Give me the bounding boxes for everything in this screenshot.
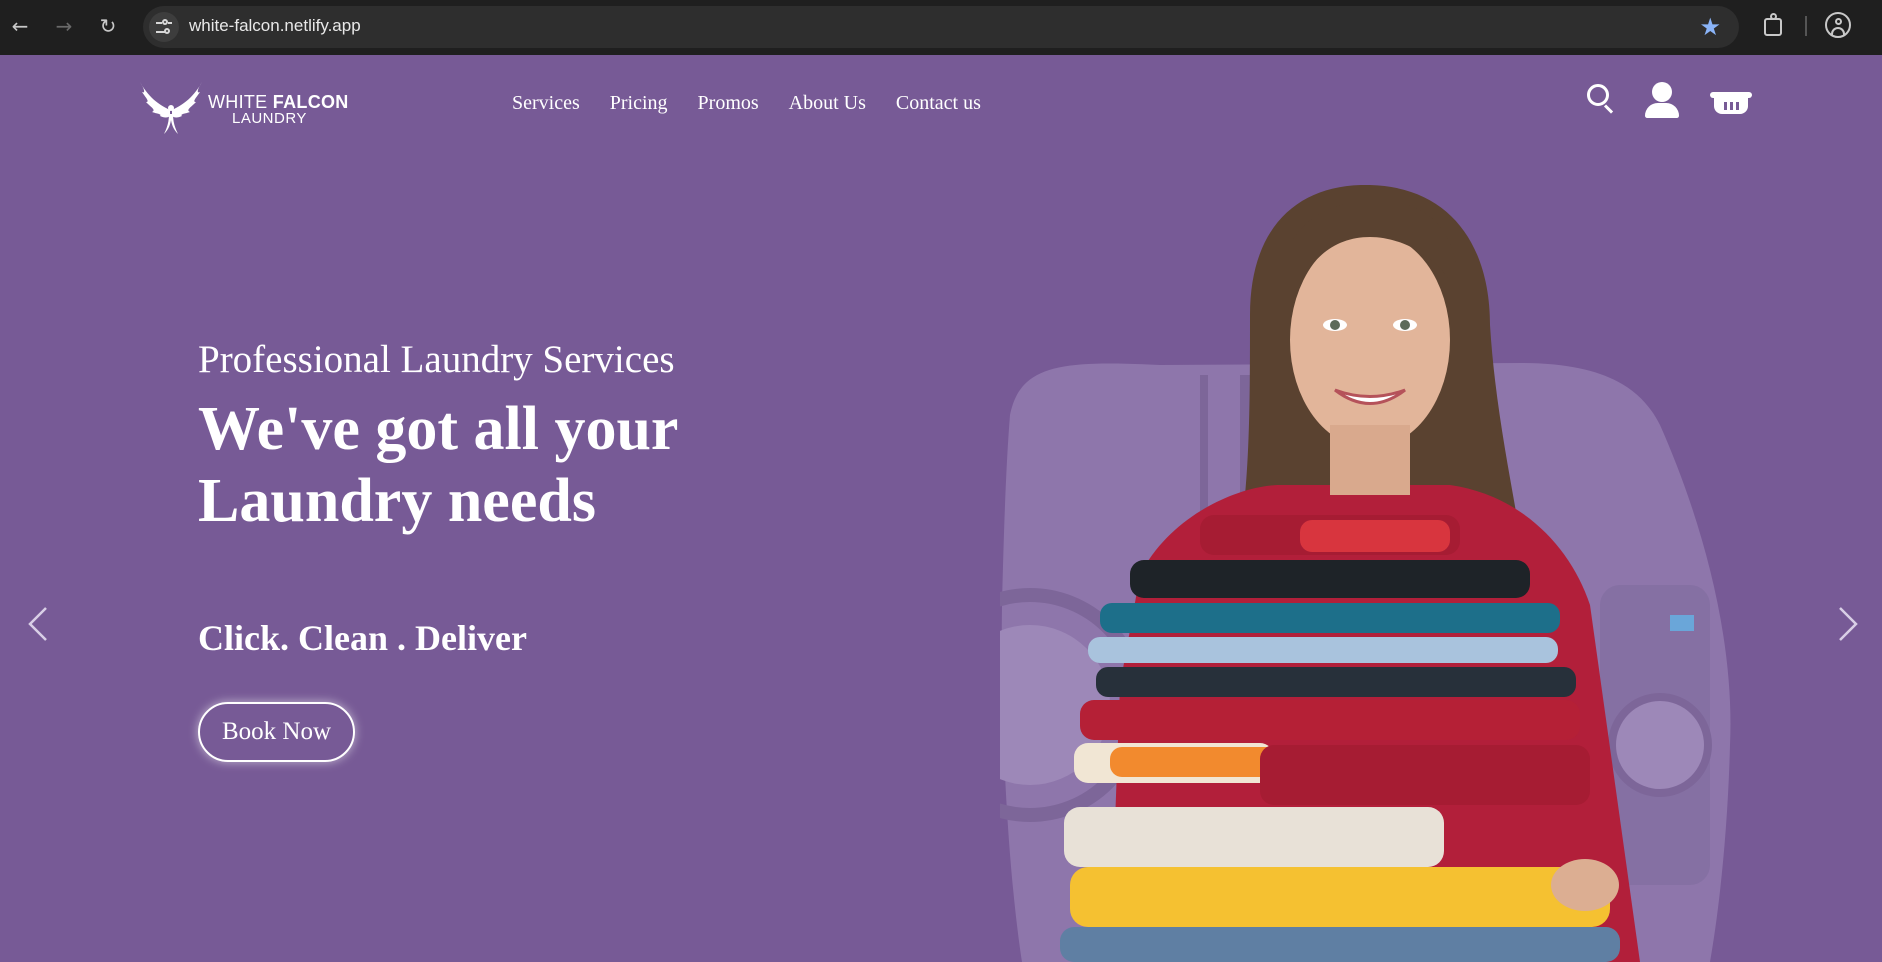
user-icon[interactable] xyxy=(1645,82,1679,118)
hero-headline: We've got all your Laundry needs xyxy=(198,395,678,535)
main-nav: Services Pricing Promos About Us Contact… xyxy=(512,92,981,115)
hero-image xyxy=(913,184,1740,962)
hero-tagline: Click. Clean . Deliver xyxy=(198,618,527,658)
forward-icon[interactable]: → xyxy=(52,14,76,38)
basket-icon[interactable] xyxy=(1710,82,1752,116)
extensions-icon[interactable] xyxy=(1760,12,1788,40)
falcon-logo-icon xyxy=(140,82,202,134)
site-info-icon[interactable] xyxy=(149,12,179,42)
nav-contact-us[interactable]: Contact us xyxy=(896,92,981,115)
hero-subtitle: Professional Laundry Services xyxy=(198,338,675,381)
nav-services[interactable]: Services xyxy=(512,92,580,115)
url-text[interactable]: white-falcon.netlify.app xyxy=(189,16,361,36)
book-now-button[interactable]: Book Now xyxy=(198,702,355,762)
bookmark-star-icon[interactable]: ★ xyxy=(1699,13,1721,41)
back-icon[interactable]: ← xyxy=(8,14,32,38)
logo-text-line2: LAUNDRY xyxy=(232,110,307,127)
carousel-next-icon[interactable] xyxy=(1836,606,1860,642)
nav-promos[interactable]: Promos xyxy=(698,92,759,115)
browser-toolbar: ← → ↻ white-falcon.netlify.app ★ xyxy=(0,0,1882,55)
search-icon[interactable] xyxy=(1585,82,1617,114)
toolbar-divider xyxy=(1805,16,1807,36)
profile-icon[interactable] xyxy=(1825,12,1851,38)
carousel-prev-icon[interactable] xyxy=(26,606,50,642)
nav-about-us[interactable]: About Us xyxy=(789,92,866,115)
nav-pricing[interactable]: Pricing xyxy=(610,92,668,115)
address-bar[interactable]: white-falcon.netlify.app ★ xyxy=(143,6,1739,48)
reload-icon[interactable]: ↻ xyxy=(96,14,120,38)
site-logo[interactable]: WHITE FALCON LAUNDRY xyxy=(136,80,356,136)
